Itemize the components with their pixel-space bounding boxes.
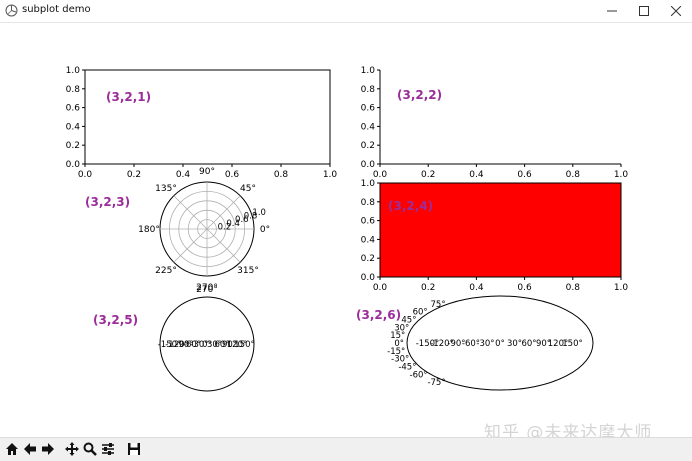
back-arrow-icon <box>24 443 36 455</box>
projection-x-tick-label: 150° <box>234 340 254 350</box>
close-button[interactable] <box>660 0 692 22</box>
y-tick-label: 0.8 <box>361 198 376 208</box>
projection-x-tick-label: 30° <box>507 339 522 349</box>
x-tick-label: 0.0 <box>373 170 388 180</box>
subplot-3-2-3: 0°45°90°135°180°225°270°315° 0.20.40.60.… <box>85 167 270 293</box>
figure-canvas[interactable]: 0.00.20.40.60.81.00.0 0.2 0.4 0.6 0.8 1.0 (3,… <box>0 23 692 437</box>
x-tick-label: 0.8 <box>566 170 581 180</box>
pan-button[interactable] <box>63 440 81 458</box>
x-tick-label: 0.2 <box>127 170 141 180</box>
x-tick-label: 1.0 <box>323 170 338 180</box>
polar-angle-label: 0° <box>260 225 270 235</box>
y-tick-label: 1.0 <box>361 66 376 76</box>
maximize-icon <box>639 6 649 16</box>
x-tick-label: 0.2 <box>421 283 435 293</box>
subplot-3-2-6: -150°-120°-90°-60°-30° 0° 30° 60° 90°120°150… <box>356 295 594 391</box>
y-tick-label: 0.0 <box>361 273 376 283</box>
subplot-3-2-4: 0.0 0.2 0.4 0.6 0.8 1.0 0.0 0.2 0.4 0.6 0.8 1.0 (3,… <box>361 179 629 293</box>
x-tick-label: 0.6 <box>225 170 240 180</box>
x-tick-label: 0.4 <box>176 170 191 180</box>
y-tick-label: 0.2 <box>361 141 375 151</box>
x-tick-label: 0.6 <box>517 170 532 180</box>
y-tick-label: 0.8 <box>66 85 81 95</box>
subplot-4-red-area <box>379 182 622 278</box>
polar-angle-label: 135° <box>155 184 177 194</box>
y-tick-label: 0.8 <box>361 85 376 95</box>
app-icon <box>5 4 18 17</box>
x-tick-label: 0.4 <box>469 283 484 293</box>
subplot-3-label: (3,2,3) <box>85 195 130 209</box>
forward-button[interactable] <box>39 440 57 458</box>
y-tick-label: 0.4 <box>66 122 81 132</box>
home-button[interactable] <box>3 440 21 458</box>
subplot-3-2-2: 0.0 0.2 0.4 0.6 0.8 1.0 0.0 0.2 0.4 0.6 0.8 1.0 (3,… <box>361 66 629 180</box>
polar-angle-label: 225° <box>155 266 177 276</box>
minimize-icon <box>607 10 617 12</box>
save-button[interactable] <box>125 440 143 458</box>
x-tick-label: 0.0 <box>373 283 388 293</box>
y-tick-label: 0.0 <box>361 160 376 170</box>
y-tick-label: 1.0 <box>361 179 376 189</box>
polar-angle-label: 90° <box>199 167 215 177</box>
y-tick-label: 0.6 <box>361 217 376 227</box>
y-tick-label: 0.4 <box>361 122 376 132</box>
y-tick-label: 0.0 <box>66 160 81 170</box>
window-titlebar: subplot demo <box>0 0 692 23</box>
projection-y-tick-label: -60° <box>410 370 428 380</box>
x-tick-label: 0.4 <box>469 170 484 180</box>
configure-subplots-button[interactable] <box>99 440 117 458</box>
polar-radial-label: 1.0 <box>252 208 266 218</box>
x-tick-label: 0.6 <box>517 283 532 293</box>
x-tick-label: 1.0 <box>614 170 629 180</box>
projection-x-tick-label: 0° <box>495 339 505 349</box>
subplot-3-2-5: 270° -150°-120°-90°-60°-30°0°30°60°90°12… <box>93 285 255 392</box>
subplot-2-label: (3,2,2) <box>397 88 442 102</box>
subplot-3-2-1: 0.0 0.2 0.4 0.6 0.8 1.0 0.0 0.2 0.4 0.6 0.8 1.0 (3,… <box>66 66 338 180</box>
y-tick-label: 0.6 <box>361 104 376 114</box>
subplot-5-label: (3,2,5) <box>93 313 138 327</box>
y-tick-label: 0.2 <box>361 254 375 264</box>
x-tick-label: 1.0 <box>614 283 629 293</box>
zoom-icon <box>83 442 97 456</box>
polar-angle-label: 45° <box>240 184 256 194</box>
maximize-button[interactable] <box>628 0 660 22</box>
matplotlib-toolbar <box>0 437 692 461</box>
subplot-6-label: (3,2,6) <box>356 308 401 322</box>
y-tick-label: 0.6 <box>66 104 81 114</box>
subplot-1-label: (3,2,1) <box>106 90 151 104</box>
projection-y-tick-label: -75° <box>427 378 445 388</box>
zoom-button[interactable] <box>81 440 99 458</box>
projection-x-tick-label: 60° <box>521 339 536 349</box>
window-title: subplot demo <box>22 4 91 15</box>
pan-icon <box>65 442 79 456</box>
close-icon <box>671 6 681 16</box>
minimize-button[interactable] <box>596 0 628 22</box>
x-tick-label: 0.8 <box>566 283 581 293</box>
subplot-5-top-angle: 270° <box>196 285 218 295</box>
x-tick-label: 0.2 <box>421 170 435 180</box>
subplot-4-label: (3,2,4) <box>388 199 433 213</box>
projection-x-tick-label: 150° <box>562 339 582 349</box>
configure-subplots-icon <box>102 443 114 455</box>
y-tick-label: 0.2 <box>66 141 80 151</box>
back-button[interactable] <box>21 440 39 458</box>
x-tick-label: 0.0 <box>78 170 93 180</box>
projection-y-tick-label: 75° <box>431 300 446 310</box>
polar-angle-label: 180° <box>138 225 160 235</box>
home-icon <box>6 443 18 455</box>
polar-angle-label: 315° <box>237 266 259 276</box>
save-icon <box>128 443 140 455</box>
forward-arrow-icon <box>42 443 54 455</box>
projection-x-tick-label: -30° <box>476 339 494 349</box>
y-tick-label: 1.0 <box>66 66 81 76</box>
x-tick-label: 0.8 <box>274 170 289 180</box>
subplot-1-frame <box>84 69 331 165</box>
y-tick-label: 0.4 <box>361 235 376 245</box>
